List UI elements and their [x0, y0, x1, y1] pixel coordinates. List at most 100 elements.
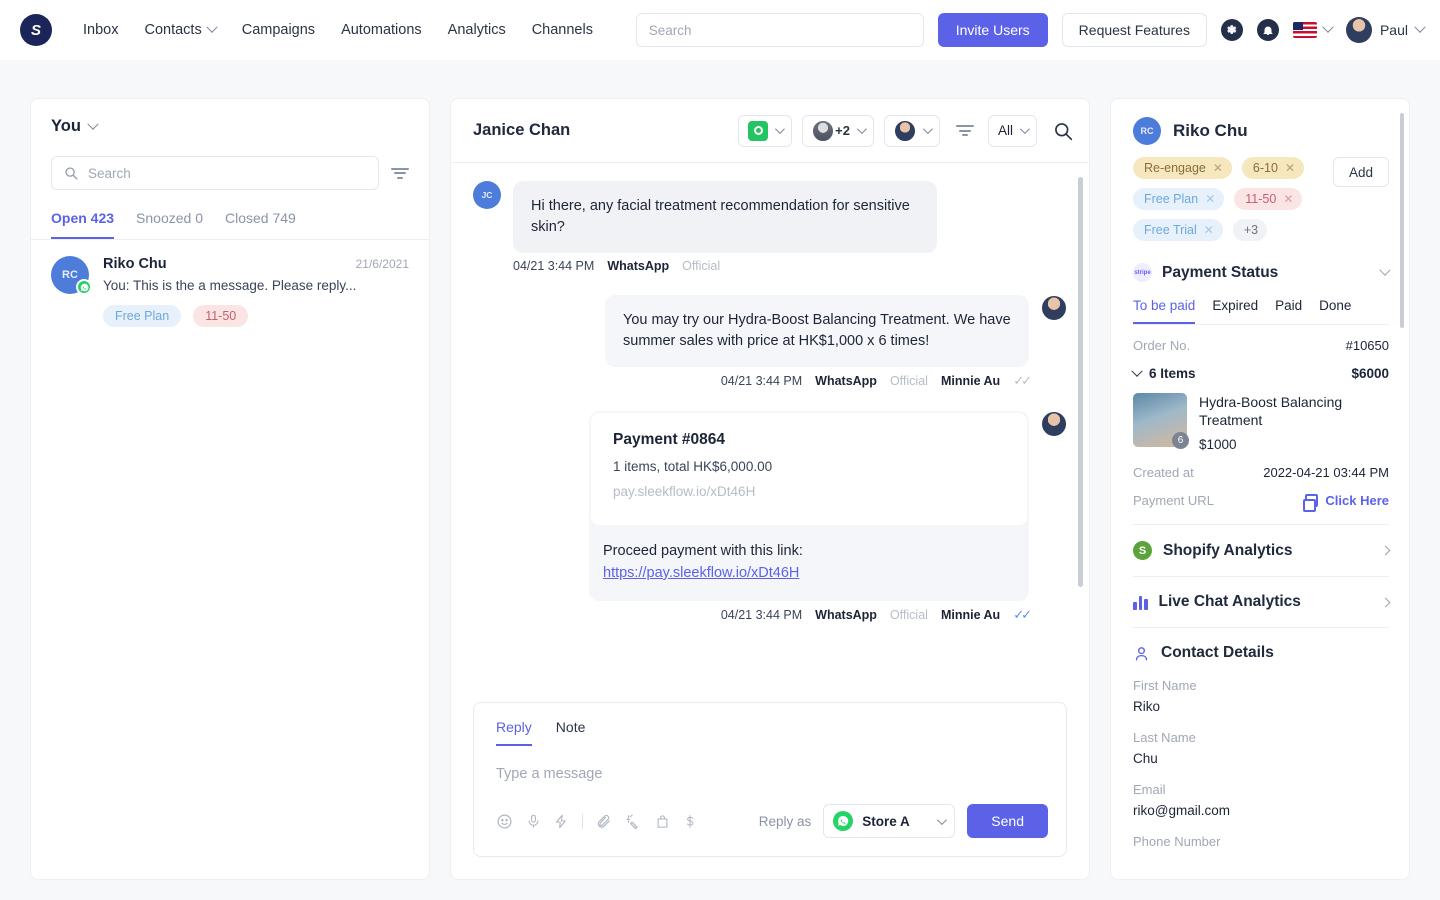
- close-icon[interactable]: ✕: [1205, 192, 1215, 206]
- close-icon[interactable]: ✕: [1204, 223, 1214, 237]
- global-search-input[interactable]: Search: [636, 13, 924, 47]
- chevron-right-icon[interactable]: [1381, 546, 1391, 556]
- nav-item-channels[interactable]: Channels: [519, 14, 606, 46]
- message-scrollbar[interactable]: [1078, 177, 1083, 587]
- field-value-email[interactable]: riko@gmail.com: [1133, 803, 1389, 818]
- close-icon[interactable]: ✕: [1283, 192, 1293, 206]
- magic-wand-icon[interactable]: [625, 813, 642, 830]
- nav-item-campaigns[interactable]: Campaigns: [229, 14, 328, 46]
- user-menu[interactable]: Paul: [1346, 17, 1424, 43]
- order-items-row[interactable]: 6 Items $6000: [1133, 366, 1389, 381]
- page-title: Janice Chan: [473, 121, 728, 140]
- tag-more-count[interactable]: +3: [1233, 219, 1267, 241]
- tag-free-plan[interactable]: Free Plan: [103, 305, 181, 327]
- reply-channel-selector[interactable]: Store A: [823, 804, 955, 838]
- search-icon[interactable]: [1053, 121, 1073, 141]
- shopify-analytics-section[interactable]: S Shopify Analytics: [1133, 525, 1389, 576]
- avatar: [1041, 411, 1067, 437]
- message-official-badge: Official: [682, 259, 720, 273]
- inbox-status-tabs: Open 423 Snoozed 0 Closed 749: [31, 210, 429, 240]
- chevron-right-icon[interactable]: [1381, 597, 1391, 607]
- field-value-first-name[interactable]: Riko: [1133, 699, 1389, 714]
- contact-panel-scrollbar[interactable]: [1400, 113, 1404, 328]
- payment-dollar-icon[interactable]: [683, 813, 697, 830]
- workspace: You Search Open 423 Snoozed 0 Closed 749…: [0, 60, 1440, 900]
- order-item: 6 Hydra-Boost Balancing Treatment $1000: [1133, 393, 1389, 452]
- microphone-icon[interactable]: [526, 813, 541, 830]
- message-agent: Minnie Au: [941, 608, 1000, 622]
- close-icon[interactable]: ✕: [1213, 161, 1223, 175]
- invite-users-button[interactable]: Invite Users: [938, 13, 1048, 47]
- message-time: 04/21 3:44 PM: [721, 374, 802, 388]
- tab-closed[interactable]: Closed 749: [225, 210, 296, 239]
- tag-label: Free Trial: [1144, 223, 1197, 237]
- filter-icon[interactable]: [956, 125, 974, 136]
- tag-free-plan[interactable]: Free Plan✕: [1133, 188, 1224, 210]
- nav-item-analytics[interactable]: Analytics: [435, 14, 519, 46]
- tab-done[interactable]: Done: [1319, 298, 1351, 324]
- inbox-search-row: Search: [51, 156, 409, 190]
- nav-item-inbox[interactable]: Inbox: [70, 14, 131, 46]
- tab-snoozed[interactable]: Snoozed 0: [136, 210, 203, 239]
- read-receipt-icon: ✓✓: [1013, 373, 1029, 389]
- store-name-label: Store A: [862, 814, 928, 829]
- chevron-down-icon[interactable]: [1131, 365, 1142, 376]
- send-button[interactable]: Send: [967, 804, 1048, 838]
- tab-paid[interactable]: Paid: [1275, 298, 1302, 324]
- inbox-owner-selector[interactable]: You: [51, 117, 409, 136]
- order-number-label: Order No.: [1133, 338, 1190, 353]
- nav-item-automations[interactable]: Automations: [328, 14, 435, 46]
- tab-expired[interactable]: Expired: [1212, 298, 1258, 324]
- message-meta: 04/21 3:44 PM WhatsApp Official Minnie A…: [473, 607, 1029, 623]
- assignee-selector[interactable]: [884, 115, 940, 147]
- message-input[interactable]: Type a message: [474, 746, 1066, 782]
- tag-re-engage[interactable]: Re-engage✕: [1133, 157, 1232, 179]
- avatar: [894, 120, 916, 142]
- collaborators-selector[interactable]: +2: [802, 115, 874, 147]
- shopping-bag-icon[interactable]: [655, 813, 670, 830]
- nav-label: Contacts: [144, 22, 201, 38]
- close-icon[interactable]: ✕: [1285, 161, 1295, 175]
- language-selector[interactable]: [1293, 22, 1332, 38]
- tag-6-10[interactable]: 6-10 ✕: [1242, 157, 1304, 179]
- inbox-search-input[interactable]: Search: [51, 156, 379, 190]
- chevron-down-icon[interactable]: [1379, 264, 1390, 275]
- tag-free-trial[interactable]: Free Trial ✕: [1133, 219, 1223, 241]
- payment-url-link[interactable]: Click Here: [1305, 493, 1389, 508]
- payment-status-section-header[interactable]: stripe Payment Status: [1133, 263, 1389, 282]
- payment-link[interactable]: https://pay.sleekflow.io/xDt46H: [603, 563, 1011, 585]
- message-filter-selector[interactable]: All: [988, 115, 1037, 147]
- created-at-label: Created at: [1133, 465, 1194, 480]
- tag-label: 6-10: [1253, 161, 1278, 175]
- live-chat-analytics-section[interactable]: Live Chat Analytics: [1133, 577, 1389, 627]
- gear-icon[interactable]: [1221, 19, 1243, 41]
- list-item[interactable]: RC Riko Chu 21/6/2021 You: This is the a…: [31, 240, 429, 341]
- bar-chart-icon: [1133, 595, 1148, 610]
- app-logo[interactable]: S: [20, 14, 52, 46]
- tab-reply[interactable]: Reply: [496, 719, 532, 746]
- tab-note[interactable]: Note: [556, 719, 586, 746]
- field-value-last-name[interactable]: Chu: [1133, 751, 1389, 766]
- read-receipt-icon: ✓✓: [1013, 607, 1029, 623]
- bell-icon[interactable]: [1257, 19, 1279, 41]
- nav-item-contacts[interactable]: Contacts: [131, 14, 228, 46]
- avatar-initials: JC: [473, 181, 501, 209]
- contact-details-section[interactable]: Contact Details: [1133, 628, 1389, 678]
- conversation-header: Janice Chan +2 All: [451, 99, 1089, 163]
- add-tag-button[interactable]: Add: [1333, 157, 1389, 187]
- avatar: RC: [51, 256, 89, 294]
- channel-selector[interactable]: [738, 115, 792, 147]
- created-at-row: Created at 2022-04-21 03:44 PM: [1133, 465, 1389, 480]
- attachment-icon[interactable]: [596, 813, 612, 830]
- product-name: Hydra-Boost Balancing Treatment: [1199, 393, 1389, 429]
- quick-reply-icon[interactable]: [554, 813, 569, 830]
- tab-open[interactable]: Open 423: [51, 210, 114, 239]
- emoji-icon[interactable]: [496, 813, 513, 830]
- filter-icon[interactable]: [391, 168, 409, 179]
- message-channel: WhatsApp: [607, 259, 669, 273]
- request-features-button[interactable]: Request Features: [1062, 13, 1207, 47]
- tab-to-be-paid[interactable]: To be paid: [1133, 298, 1195, 324]
- top-navigation-bar: S Inbox Contacts Campaigns Automations A…: [0, 0, 1440, 60]
- tag-11-50[interactable]: 11-50✕: [1234, 188, 1302, 210]
- tag-size[interactable]: 11-50: [193, 305, 248, 327]
